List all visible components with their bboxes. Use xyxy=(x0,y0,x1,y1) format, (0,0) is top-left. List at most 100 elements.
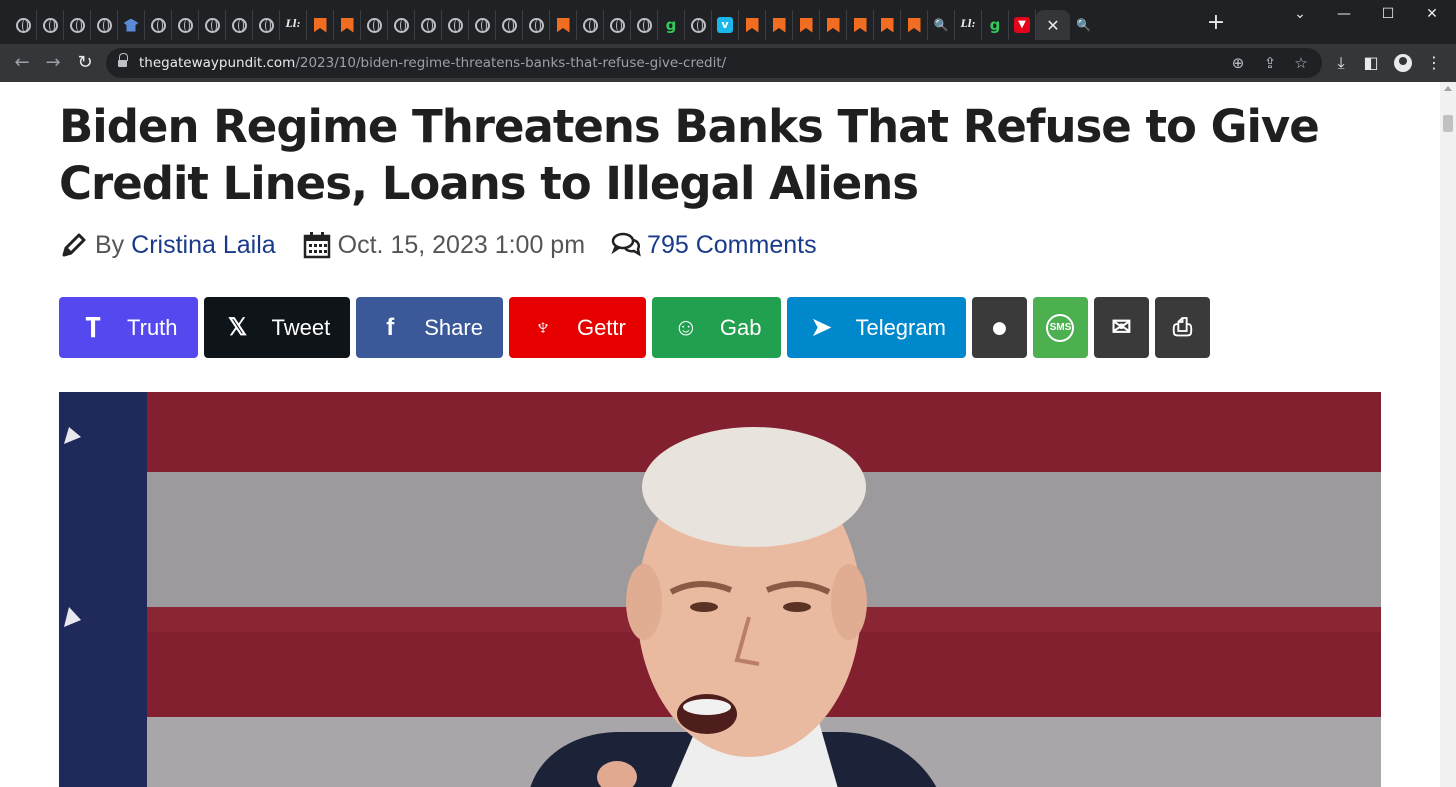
browser-tab[interactable] xyxy=(253,10,280,40)
bookmark-icon xyxy=(907,17,921,33)
gab-share-button[interactable]: ☺ Gab xyxy=(651,297,782,358)
telegram-share-button[interactable]: ➤ Telegram xyxy=(787,297,966,358)
comment-share-button[interactable]: ● xyxy=(971,297,1027,358)
browser-tab[interactable] xyxy=(226,10,253,40)
minimize-button[interactable]: — xyxy=(1330,6,1358,28)
browser-tab[interactable] xyxy=(820,10,847,40)
print-share-button[interactable]: ⎙ xyxy=(1154,297,1210,358)
browser-tab[interactable] xyxy=(523,10,550,40)
browser-tab[interactable]: Ll: xyxy=(955,10,982,40)
browser-tab[interactable] xyxy=(442,10,469,40)
zoom-icon[interactable]: ⊕ xyxy=(1228,53,1248,73)
vimeo-icon: v xyxy=(717,17,733,33)
browser-tab[interactable] xyxy=(145,10,172,40)
browser-tab[interactable]: ▼ xyxy=(1009,10,1036,40)
address-bar[interactable]: thegatewaypundit.com/2023/10/biden-regim… xyxy=(106,48,1322,78)
sms-share-button[interactable]: SMS xyxy=(1032,297,1088,358)
browser-tab[interactable] xyxy=(847,10,874,40)
browser-tab[interactable] xyxy=(172,10,199,40)
url-path: /2023/10/biden-regime-threatens-banks-th… xyxy=(295,55,727,71)
globe-icon xyxy=(204,17,220,33)
browser-tab[interactable] xyxy=(685,10,712,40)
browser-tab[interactable] xyxy=(496,10,523,40)
maximize-button[interactable]: ☐ xyxy=(1374,6,1402,28)
forward-button[interactable]: → xyxy=(41,51,65,75)
article-meta: By Cristina Laila Oct. 15, 2023 1:00 pm … xyxy=(59,225,817,265)
globe-icon xyxy=(150,17,166,33)
browser-tab[interactable] xyxy=(874,10,901,40)
browser-tab[interactable] xyxy=(118,10,145,40)
speech-bubble-icon: ● xyxy=(990,310,1009,344)
browser-tab[interactable]: 🔍 xyxy=(1070,10,1097,40)
side-panel-icon[interactable]: ◧ xyxy=(1360,52,1382,74)
gettr-share-label: Gettr xyxy=(576,314,626,340)
menu-kebab-icon[interactable]: ⋮ xyxy=(1423,52,1445,74)
browser-tab[interactable] xyxy=(469,10,496,40)
article-featured-image[interactable] xyxy=(59,392,1381,787)
globe-icon xyxy=(474,17,490,33)
lock-icon[interactable] xyxy=(118,53,128,68)
browser-tab[interactable] xyxy=(604,10,631,40)
browser-tab[interactable] xyxy=(91,10,118,40)
profile-avatar[interactable] xyxy=(1392,52,1414,74)
browser-tab[interactable] xyxy=(415,10,442,40)
browser-tab[interactable] xyxy=(307,10,334,40)
browser-tab[interactable] xyxy=(550,10,577,40)
bookmark-icon xyxy=(853,17,867,33)
share-share-label: Share xyxy=(424,314,483,340)
share-share-button[interactable]: f Share xyxy=(356,297,503,358)
browser-tab[interactable] xyxy=(739,10,766,40)
bookmark-star-icon[interactable]: ☆ xyxy=(1291,53,1311,73)
browser-tab[interactable] xyxy=(901,10,928,40)
truth-share-button[interactable]: T Truth xyxy=(59,297,198,358)
gettr-share-button[interactable]: ♆ Gettr xyxy=(508,297,646,358)
bookmark-icon xyxy=(799,17,813,33)
browser-tab[interactable] xyxy=(766,10,793,40)
calendar-icon xyxy=(302,230,332,260)
tab-search-dropdown-icon[interactable]: ⌄ xyxy=(1286,6,1314,28)
scroll-up-arrow-icon[interactable] xyxy=(1444,86,1452,91)
globe-icon xyxy=(636,17,652,33)
browser-tab[interactable] xyxy=(199,10,226,40)
new-tab-button[interactable]: + xyxy=(1205,12,1227,34)
browser-tab[interactable] xyxy=(37,10,64,40)
browser-tab[interactable] xyxy=(388,10,415,40)
active-tab-close-button[interactable]: ✕ xyxy=(1036,10,1070,40)
browser-tab[interactable] xyxy=(577,10,604,40)
share-page-icon[interactable]: ⇪ xyxy=(1260,53,1280,73)
browser-tab[interactable] xyxy=(793,10,820,40)
url-host: thegatewaypundit.com xyxy=(139,55,296,71)
browser-tab[interactable]: g xyxy=(982,10,1009,40)
comments-link[interactable]: 795 Comments xyxy=(647,231,817,260)
email-share-button[interactable]: ✉ xyxy=(1093,297,1149,358)
back-button[interactable]: ← xyxy=(10,51,34,75)
page-scrollbar[interactable] xyxy=(1440,82,1456,787)
browser-tab[interactable]: 🔍 xyxy=(928,10,955,40)
gettr-torch-icon: ♆ xyxy=(533,313,552,341)
url-text[interactable]: thegatewaypundit.com/2023/10/biden-regim… xyxy=(139,54,726,72)
envelope-icon: ✉ xyxy=(1111,314,1132,341)
tweet-share-button[interactable]: 𝕏 Tweet xyxy=(203,297,351,358)
g-logo-icon: g xyxy=(989,16,1001,34)
close-window-button[interactable]: ✕ xyxy=(1418,6,1446,28)
tab-strip: Ll: g v 🔍 Ll: g ▼ ✕ 🔍 + ⌄ — ☐ ✕ xyxy=(0,0,1456,44)
printer-icon: ⎙ xyxy=(1172,313,1193,341)
author-link[interactable]: Cristina Laila xyxy=(131,231,276,260)
browser-tab[interactable] xyxy=(334,10,361,40)
x-logo-icon: 𝕏 xyxy=(227,314,248,341)
gab-frog-icon: ☺ xyxy=(673,313,699,341)
telegram-share-label: Telegram xyxy=(855,314,946,340)
browser-tab[interactable]: g xyxy=(658,10,685,40)
reload-button[interactable]: ↻ xyxy=(73,51,97,75)
download-icon[interactable]: ⤓ xyxy=(1330,52,1352,74)
browser-tab[interactable] xyxy=(631,10,658,40)
globe-icon xyxy=(609,17,625,33)
browser-tab[interactable] xyxy=(64,10,91,40)
globe-icon xyxy=(447,17,463,33)
scroll-thumb[interactable] xyxy=(1443,115,1453,132)
browser-tab[interactable] xyxy=(361,10,388,40)
globe-icon xyxy=(69,17,85,33)
browser-tab[interactable] xyxy=(10,10,37,40)
browser-tab[interactable]: Ll: xyxy=(280,10,307,40)
browser-tab[interactable]: v xyxy=(712,10,739,40)
